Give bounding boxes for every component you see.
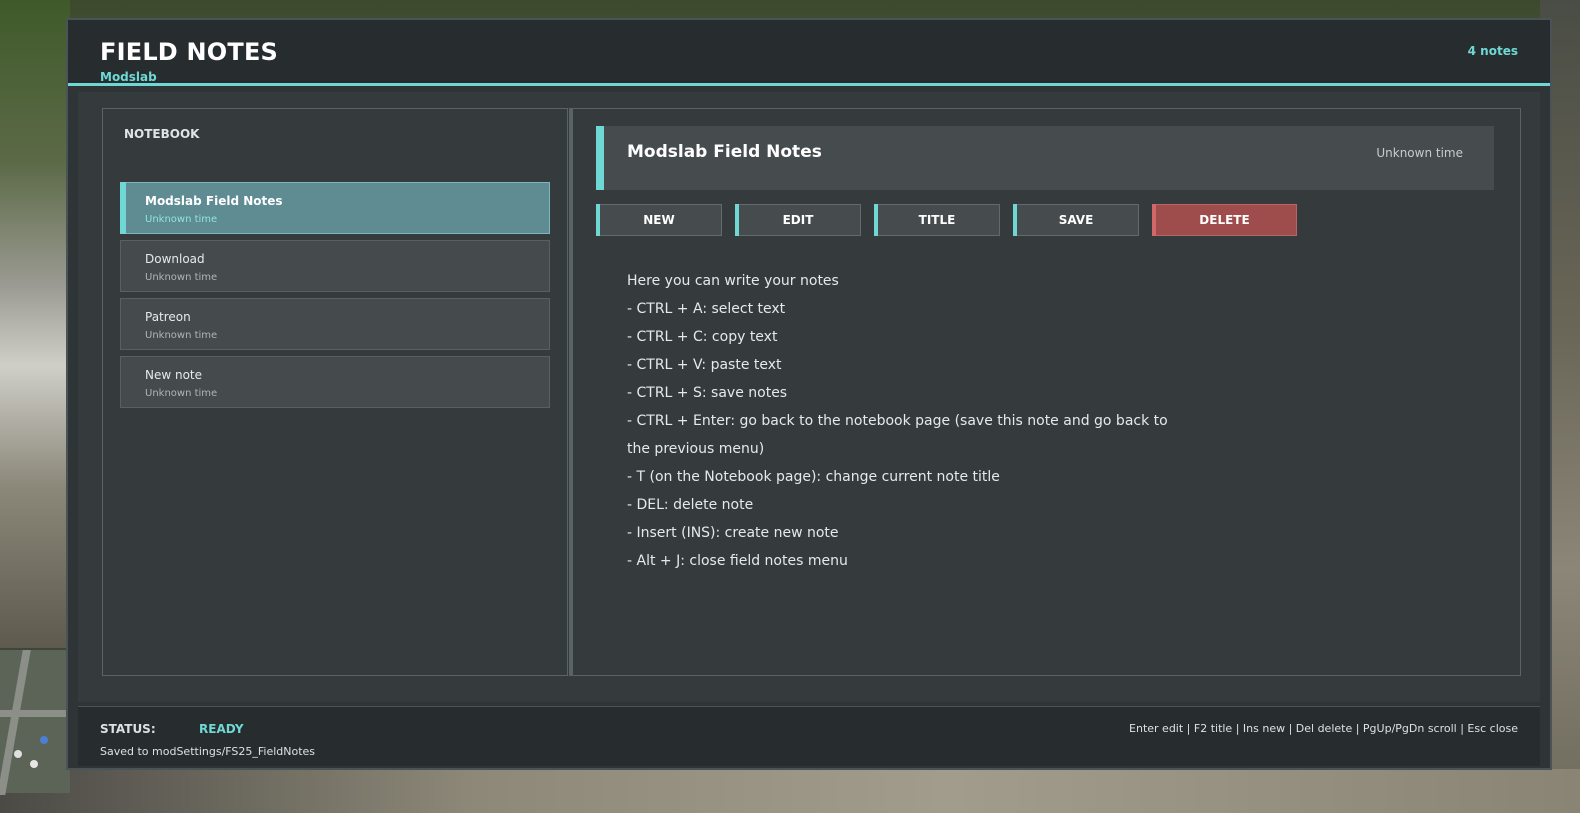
note-line: - CTRL + C: copy text — [627, 329, 778, 345]
note-line: Here you can write your notes — [627, 273, 839, 289]
note-list-item[interactable]: Modslab Field Notes Unknown time — [120, 182, 550, 234]
delete-note-button[interactable]: DELETE — [1152, 204, 1297, 236]
note-line: - Insert (INS): create new note — [627, 525, 839, 541]
note-item-title: New note — [145, 368, 203, 382]
note-line: - CTRL + S: save notes — [627, 385, 788, 401]
minimap-marker-icon — [14, 750, 22, 758]
minimap-marker-icon — [30, 760, 38, 768]
note-item-time: Unknown time — [145, 214, 218, 225]
note-line: - DEL: delete note — [627, 497, 754, 513]
note-count: 4 notes — [1467, 44, 1518, 58]
note-time: Unknown time — [1376, 146, 1463, 160]
edit-note-button[interactable]: EDIT — [735, 204, 861, 236]
minimap — [0, 648, 70, 795]
note-list[interactable]: Modslab Field Notes Unknown time Downloa… — [120, 182, 550, 414]
status-footer: STATUS: READY Saved to modSettings/FS25_… — [78, 706, 1540, 766]
note-item-title: Modslab Field Notes — [145, 194, 283, 208]
note-item-time: Unknown time — [145, 272, 218, 283]
note-header: Modslab Field Notes Unknown time — [596, 126, 1494, 190]
note-line: - CTRL + A: select text — [627, 301, 786, 317]
rename-title-button[interactable]: TITLE — [874, 204, 1000, 236]
note-list-item[interactable]: Patreon Unknown time — [120, 298, 550, 350]
status-label: STATUS: — [100, 722, 156, 736]
keyboard-shortcuts: Enter edit | F2 title | Ins new | Del de… — [1129, 722, 1518, 735]
field-notes-window: FIELD NOTES Modslab 4 notes NOTEBOOK Mod… — [66, 18, 1552, 770]
note-title: Modslab Field Notes — [627, 142, 822, 162]
minimap-marker-icon — [40, 736, 48, 744]
note-list-item[interactable]: New note Unknown time — [120, 356, 550, 408]
note-item-time: Unknown time — [145, 330, 218, 341]
new-note-button[interactable]: NEW — [596, 204, 722, 236]
note-content[interactable]: Here you can write your notes - CTRL + A… — [627, 267, 1187, 575]
note-line: - Alt + J: close field notes menu — [627, 553, 848, 569]
content-area: NOTEBOOK Modslab Field Notes Unknown tim… — [78, 92, 1540, 702]
note-line: the previous menu) — [627, 441, 765, 457]
save-note-button[interactable]: SAVE — [1013, 204, 1139, 236]
note-list-item[interactable]: Download Unknown time — [120, 240, 550, 292]
note-item-title: Download — [145, 252, 205, 266]
note-line: - T (on the Notebook page): change curre… — [627, 469, 1000, 485]
minimap-road — [0, 650, 31, 795]
save-path: Saved to modSettings/FS25_FieldNotes — [100, 745, 316, 758]
note-item-time: Unknown time — [145, 388, 218, 399]
notebook-sidebar: NOTEBOOK Modslab Field Notes Unknown tim… — [102, 108, 568, 676]
game-background-bottom — [0, 769, 1580, 813]
note-line: - CTRL + V: paste text — [627, 357, 782, 373]
title-bar: FIELD NOTES Modslab 4 notes — [68, 20, 1550, 86]
sidebar-title: NOTEBOOK — [124, 127, 200, 141]
note-editor: Modslab Field Notes Unknown time NEW EDI… — [573, 108, 1521, 676]
status-value: READY — [199, 722, 244, 736]
app-title: FIELD NOTES — [100, 38, 279, 66]
minimap-road — [0, 710, 70, 717]
note-item-title: Patreon — [145, 310, 191, 324]
note-line: - CTRL + Enter: go back to the notebook … — [627, 413, 1168, 429]
app-subtitle: Modslab — [100, 70, 157, 84]
